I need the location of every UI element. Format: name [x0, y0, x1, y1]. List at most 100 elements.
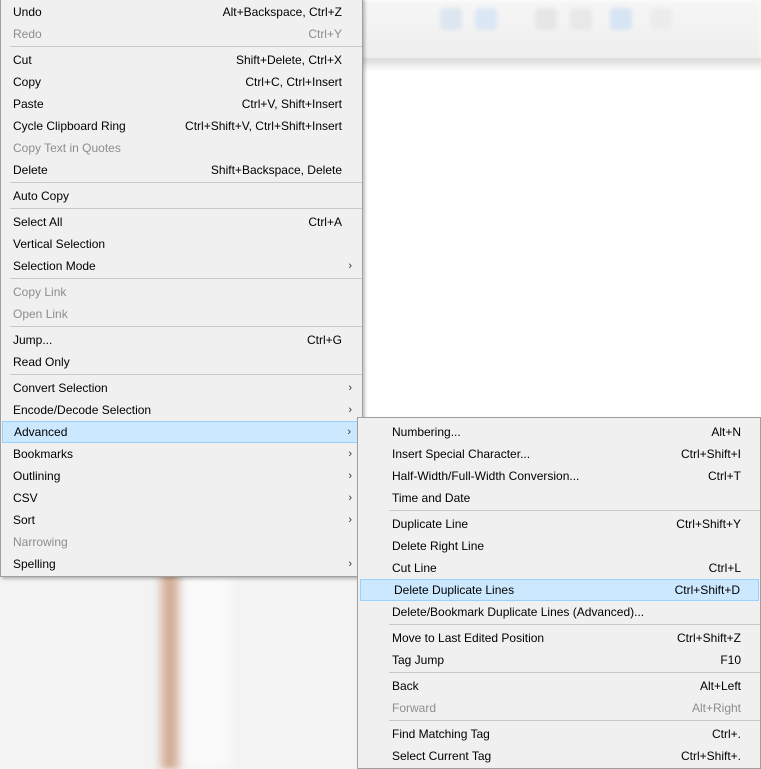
menu-item-delete-bookmark-duplicate-lines-advanced[interactable]: Delete/Bookmark Duplicate Lines (Advance… [358, 601, 760, 623]
menu-item-copy[interactable]: Copy Ctrl+C, Ctrl+Insert [1, 71, 362, 93]
menu-item-duplicate-line[interactable]: Duplicate Line Ctrl+Shift+Y [358, 513, 760, 535]
menu-item-label: Find Matching Tag [392, 727, 490, 741]
menu-item-label: Spelling [13, 557, 56, 571]
menu-item-auto-copy[interactable]: Auto Copy [1, 185, 362, 207]
menu-item-shortcut: Ctrl+G [306, 333, 342, 347]
menu-item-select-all[interactable]: Select All Ctrl+A [1, 211, 362, 233]
menu-item-shortcut: Ctrl+Shift+Y [676, 517, 741, 531]
menu-item-delete-right-line[interactable]: Delete Right Line [358, 535, 760, 557]
toolbar-button-icon [535, 8, 557, 30]
menu-separator [10, 208, 362, 209]
menu-separator [10, 182, 362, 183]
menu-separator [10, 326, 362, 327]
toolbar-button-icon [440, 8, 462, 30]
menu-item-label: Open Link [13, 307, 68, 321]
toolbar-button-icon [650, 8, 672, 30]
menu-item-csv[interactable]: CSV › [1, 487, 362, 509]
menu-item-label: Back [392, 679, 419, 693]
menu-item-move-to-last-edited-position[interactable]: Move to Last Edited Position Ctrl+Shift+Z [358, 627, 760, 649]
menu-item-cut[interactable]: Cut Shift+Delete, Ctrl+X [1, 49, 362, 71]
menu-item-bookmarks[interactable]: Bookmarks › [1, 443, 362, 465]
menu-item-jump[interactable]: Jump... Ctrl+G [1, 329, 362, 351]
menu-item-back[interactable]: Back Alt+Left [358, 675, 760, 697]
menu-item-paste[interactable]: Paste Ctrl+V, Shift+Insert [1, 93, 362, 115]
editor-margin-glow [185, 575, 230, 769]
menu-item-convert-selection[interactable]: Convert Selection › [1, 377, 362, 399]
menu-separator [389, 624, 760, 625]
edit-context-menu: Undo Alt+Backspace, Ctrl+Z Redo Ctrl+Y Cut Sh… [0, 0, 363, 577]
chevron-right-icon: › [348, 470, 352, 482]
menu-item-label: Cut Line [392, 561, 437, 575]
menu-item-label: Time and Date [392, 491, 471, 505]
menu-item-shortcut: Ctrl+V, Shift+Insert [241, 97, 342, 111]
menu-item-label: Copy Text in Quotes [13, 141, 121, 155]
menu-item-advanced[interactable]: Advanced › [2, 421, 361, 443]
menu-item-shortcut: Shift+Delete, Ctrl+X [235, 53, 342, 67]
chevron-right-icon: › [348, 404, 352, 416]
menu-item-label: Jump... [13, 333, 53, 347]
chevron-right-icon: › [348, 260, 352, 272]
menu-item-vertical-selection[interactable]: Vertical Selection [1, 233, 362, 255]
menu-item-copy-link: Copy Link [1, 281, 362, 303]
menu-item-cycle-clipboard-ring[interactable]: Cycle Clipboard Ring Ctrl+Shift+V, Ctrl+S… [1, 115, 362, 137]
menu-item-encode-decode-selection[interactable]: Encode/Decode Selection › [1, 399, 362, 421]
menu-item-shortcut: Ctrl+. [711, 727, 741, 741]
menu-item-label: Auto Copy [13, 189, 70, 203]
menu-separator [10, 278, 362, 279]
menu-item-label: Paste [13, 97, 44, 111]
menu-item-narrowing: Narrowing [1, 531, 362, 553]
menu-item-shortcut: Ctrl+C, Ctrl+Insert [245, 75, 342, 89]
menu-item-outlining[interactable]: Outlining › [1, 465, 362, 487]
menu-item-label: Advanced [14, 425, 68, 439]
menu-item-shortcut: Shift+Backspace, Delete [210, 163, 342, 177]
menu-item-find-matching-tag[interactable]: Find Matching Tag Ctrl+. [358, 723, 760, 745]
chevron-right-icon: › [347, 426, 351, 438]
menu-item-label: Half-Width/Full-Width Conversion... [392, 469, 580, 483]
app-toolbar-background [360, 0, 761, 62]
menu-item-shortcut: Ctrl+A [308, 215, 342, 229]
menu-item-label: Narrowing [13, 535, 68, 549]
chevron-right-icon: › [348, 558, 352, 570]
menu-item-sort[interactable]: Sort › [1, 509, 362, 531]
editor-margin-stripe [155, 570, 185, 769]
chevron-right-icon: › [348, 492, 352, 504]
menu-item-read-only[interactable]: Read Only [1, 351, 362, 373]
menu-item-spelling[interactable]: Spelling › [1, 553, 362, 575]
menu-item-numbering[interactable]: Numbering... Alt+N [358, 421, 760, 443]
menu-item-label: Encode/Decode Selection [13, 403, 152, 417]
menu-item-selection-mode[interactable]: Selection Mode › [1, 255, 362, 277]
menu-item-forward: Forward Alt+Right [358, 697, 760, 719]
menu-item-shortcut: Ctrl+Shift+Z [676, 631, 741, 645]
menu-item-label: Redo [13, 27, 42, 41]
menu-item-undo[interactable]: Undo Alt+Backspace, Ctrl+Z [1, 1, 362, 23]
menu-item-label: Cycle Clipboard Ring [13, 119, 126, 133]
menu-item-label: Outlining [13, 469, 61, 483]
menu-item-shortcut: Ctrl+T [708, 469, 741, 483]
menu-item-time-and-date[interactable]: Time and Date [358, 487, 760, 509]
menu-item-label: Delete/Bookmark Duplicate Lines (Advance… [392, 605, 645, 619]
menu-item-label: Duplicate Line [392, 517, 469, 531]
menu-separator [389, 672, 760, 673]
menu-separator [10, 374, 362, 375]
menu-item-label: Delete Right Line [392, 539, 485, 553]
menu-item-delete-duplicate-lines[interactable]: Delete Duplicate Lines Ctrl+Shift+D [360, 579, 759, 601]
menu-item-insert-special-character[interactable]: Insert Special Character... Ctrl+Shift+I [358, 443, 760, 465]
menu-item-label: Select All [13, 215, 63, 229]
menu-item-label: Selection Mode [13, 259, 96, 273]
chevron-right-icon: › [348, 382, 352, 394]
menu-item-cut-line[interactable]: Cut Line Ctrl+L [358, 557, 760, 579]
menu-item-label: Copy [13, 75, 42, 89]
menu-separator [389, 720, 760, 721]
menu-item-label: Select Current Tag [392, 749, 492, 763]
menu-separator [389, 510, 760, 511]
menu-item-label: Read Only [13, 355, 70, 369]
menu-item-tag-jump[interactable]: Tag Jump F10 [358, 649, 760, 671]
menu-item-shortcut: Alt+Right [691, 701, 741, 715]
menu-item-label: CSV [13, 491, 38, 505]
menu-item-half-width-full-width-conversion[interactable]: Half-Width/Full-Width Conversion... Ctrl+… [358, 465, 760, 487]
menu-separator [10, 46, 362, 47]
menu-item-shortcut: Ctrl+Shift+V, Ctrl+Shift+Insert [185, 119, 342, 133]
menu-item-select-current-tag[interactable]: Select Current Tag Ctrl+Shift+. [358, 745, 760, 767]
menu-item-label: Sort [13, 513, 36, 527]
menu-item-delete[interactable]: Delete Shift+Backspace, Delete [1, 159, 362, 181]
